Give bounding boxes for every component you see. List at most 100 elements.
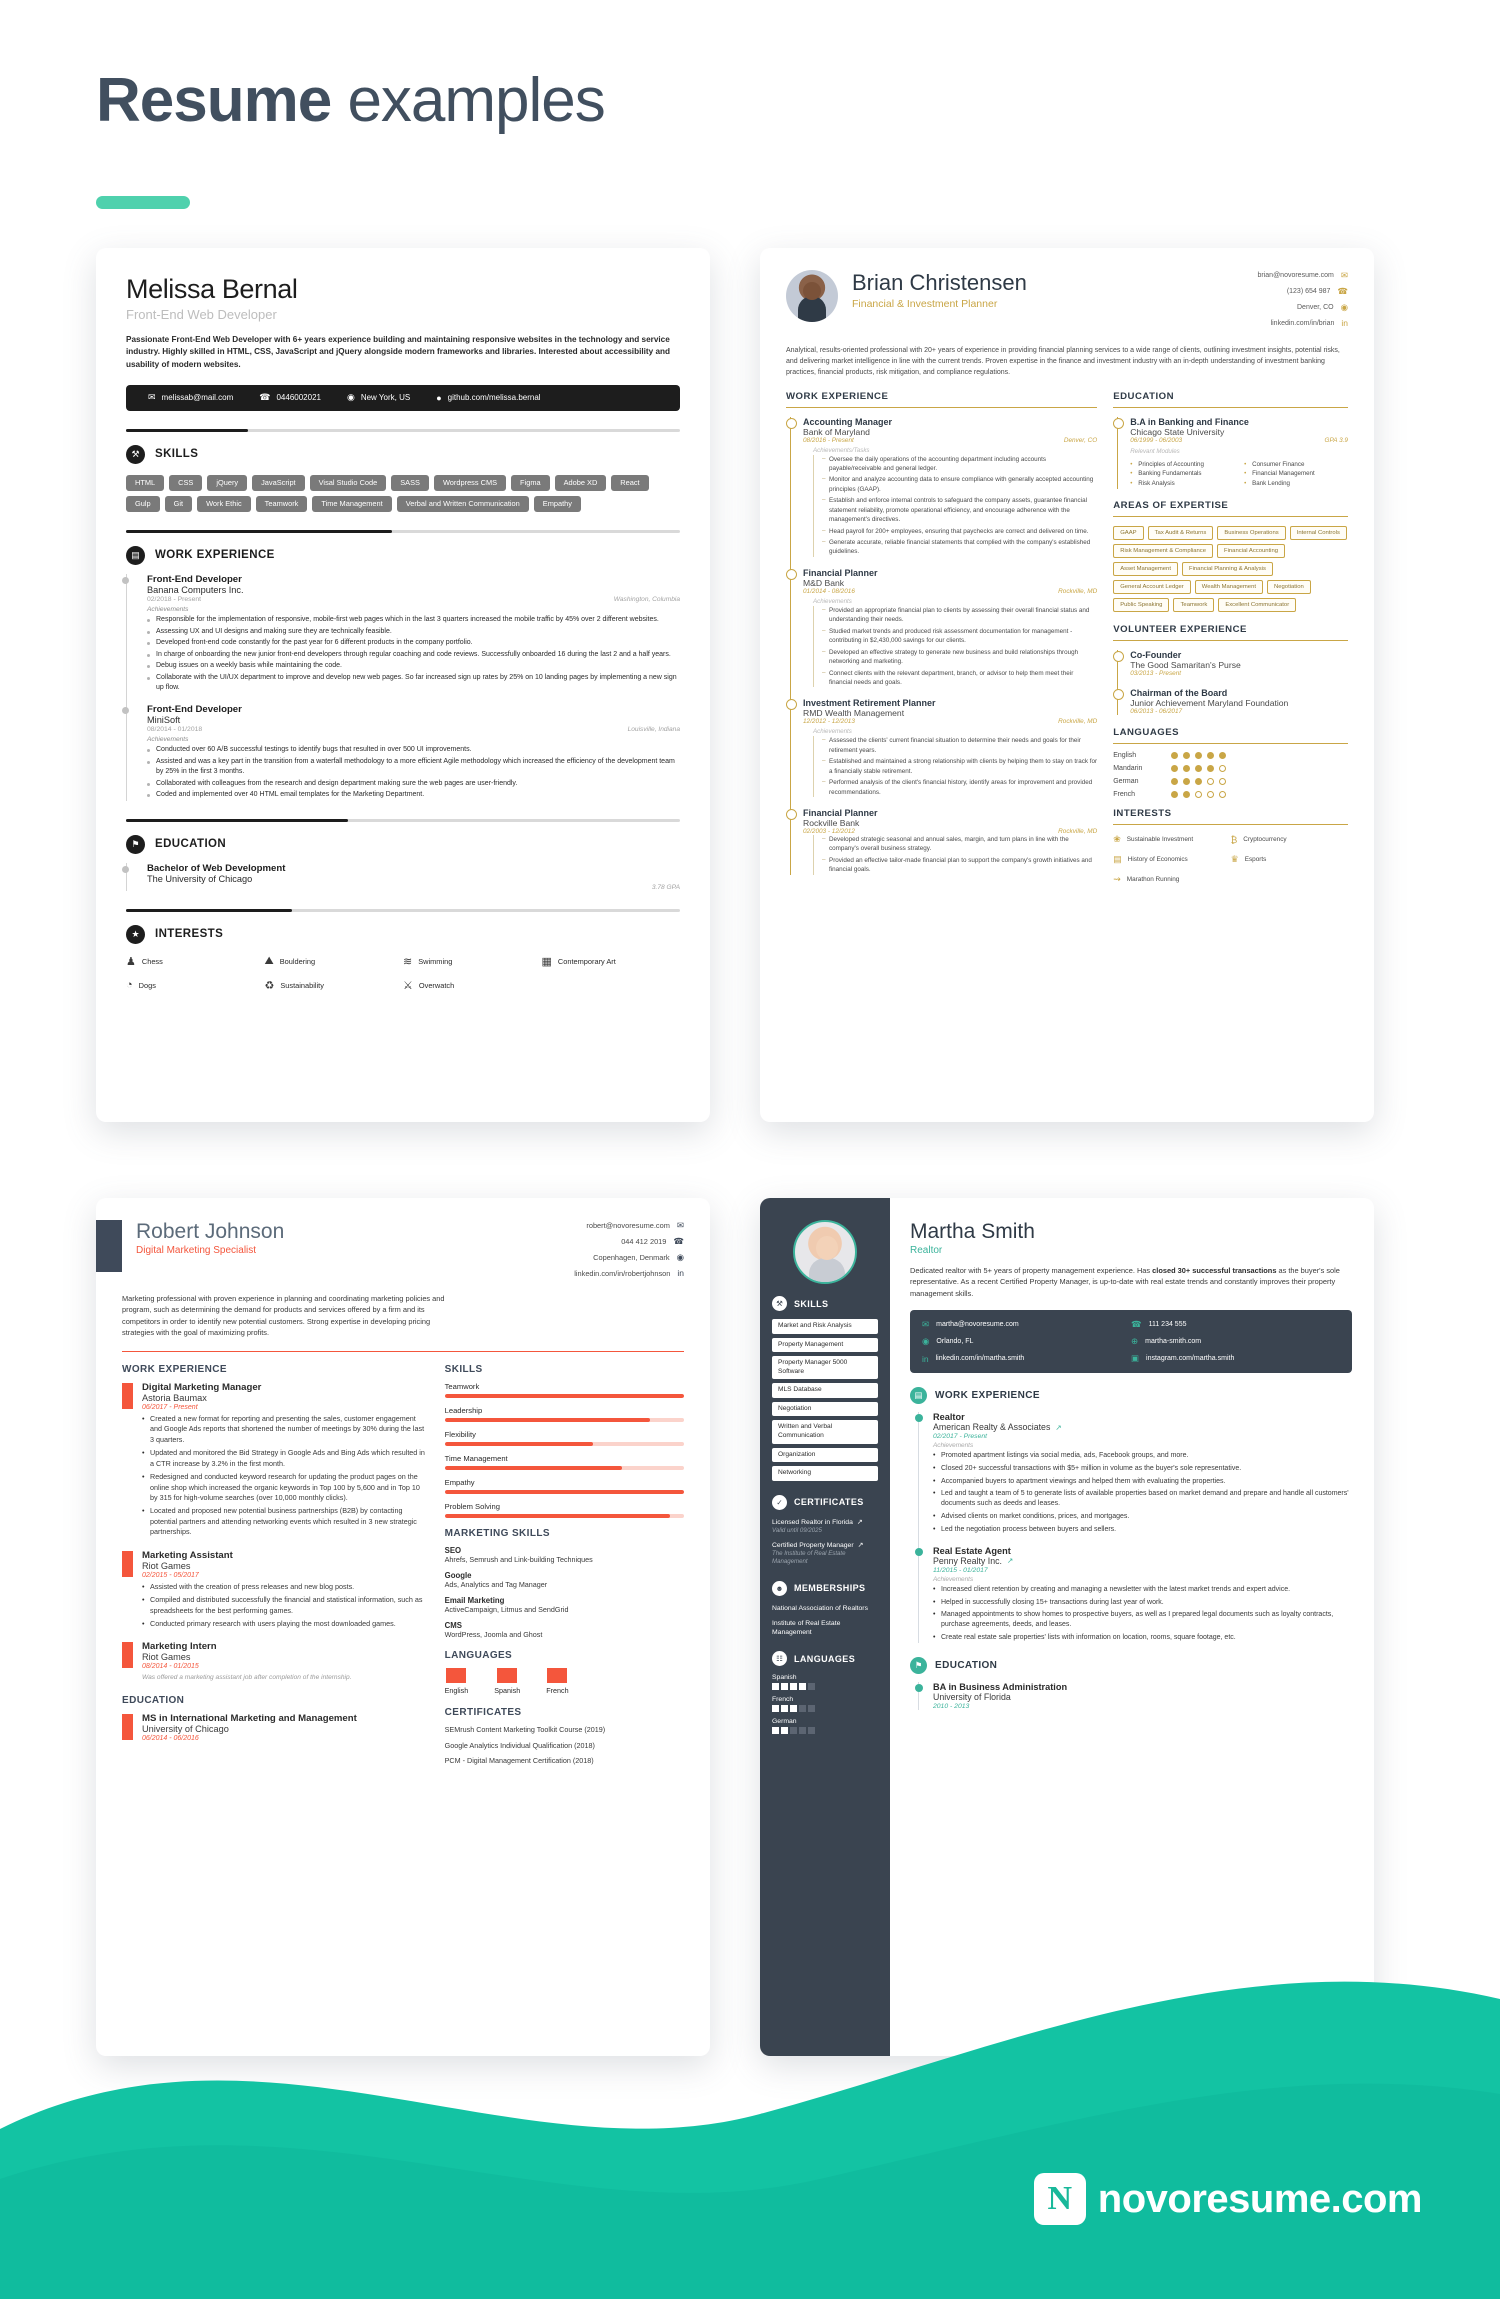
education-gpa: GPA 3.9 <box>1324 436 1348 444</box>
certificate-title: Certified Property Manager ↗ <box>772 1541 878 1550</box>
education-school: The University of Chicago <box>147 873 253 884</box>
contact-phone[interactable]: ☎ 0446002021 <box>259 392 321 403</box>
level-dot <box>1219 791 1227 799</box>
contact-phone[interactable]: (123) 654 987 ☎ <box>1258 286 1348 297</box>
members-icon: ☻ <box>772 1580 787 1596</box>
contact-text: martha-smith.com <box>1145 1338 1202 1346</box>
level-square <box>781 1683 788 1691</box>
bullet: Developed front-end code constantly for … <box>147 638 680 648</box>
relevant-modules-label: Relevant Modules <box>1130 447 1180 455</box>
contact-text: Orlando, FL <box>936 1338 974 1346</box>
resume4-job-title: Realtor <box>910 1245 943 1256</box>
work-entry: Marketing Intern Riot Games 08/2014 - 01/2… <box>122 1641 427 1682</box>
language-name: French <box>546 1686 569 1696</box>
resume1-work-header: ▤ WORK EXPERIENCE <box>126 545 680 565</box>
resume1-skills-header: ⚒ SKILLS <box>126 444 680 464</box>
skill-name: Problem Solving <box>444 1501 500 1511</box>
resume3-mkt-label: MARKETING SKILLS <box>444 1527 550 1539</box>
contact-location[interactable]: Denver, CO ◉ <box>1258 302 1348 313</box>
divider <box>786 406 1098 408</box>
resume2-interests: ❀ Sustainable Investment ₿ Cryptocurrency ▤ H… <box>1113 834 1348 894</box>
contact-envelope[interactable]: ✉ martha@novoresume.com <box>922 1319 1131 1330</box>
contact-location[interactable]: ◉ Orlando, FL <box>922 1336 1131 1347</box>
level-dot <box>1171 752 1179 760</box>
skill-pill: Organization <box>772 1447 878 1463</box>
contact-linkedin[interactable]: linkedin.com/in/brian in <box>1258 318 1348 328</box>
contact-location[interactable]: Copenhagen, Denmark ◉ <box>574 1252 684 1263</box>
job-location: Rockville, MD <box>1058 718 1098 726</box>
external-link-icon[interactable]: ↗ <box>1007 1556 1013 1565</box>
job-title: Marketing Assistant <box>142 1549 233 1561</box>
contact-github[interactable]: ● github.com/melissa.bernal <box>436 393 540 403</box>
skill-bar-row: Teamwork <box>444 1381 684 1398</box>
contact-phone[interactable]: ☎ 111 234 555 <box>1131 1319 1340 1330</box>
resume2-contacts: brian@novoresume.com ✉ (123) 654 987 ☎ Denve… <box>1258 270 1349 333</box>
work-entry: Financial Planner M&D Bank 01/2014 - 08/20… <box>785 567 1097 688</box>
bullet: Conducted over 60 A/B successful testing… <box>147 745 680 755</box>
resume1-contact-bar: ✉ melissab@mail.com ☎ 0446002021 ◉ New York… <box>126 384 680 411</box>
achievements-label: Achievements <box>813 597 852 605</box>
skill-name: Teamwork <box>444 1381 480 1391</box>
resume2-work-label: WORK EXPERIENCE <box>786 390 889 402</box>
contact-text: 044 412 2019 <box>621 1237 667 1246</box>
resume3-job-title: Digital Marketing Specialist <box>136 1245 257 1256</box>
job-title: Financial Planner <box>803 567 878 578</box>
bullet: Increased client retention by creating a… <box>933 1585 1352 1595</box>
membership-item: Institute of Real Estate Management <box>772 1619 841 1636</box>
work-entry: Financial Planner Rockville Bank 02/2003 -… <box>785 808 1097 875</box>
skill-chip: Time Management <box>312 495 392 512</box>
expertise-tag: Excellent Communicator <box>1218 598 1297 613</box>
contact-text: linkedin.com/in/brian <box>1270 319 1335 327</box>
bullet: Studied market trends and produced risk … <box>822 626 1097 646</box>
modules-left: Principles of AccountingBanking Fundamen… <box>1130 460 1234 490</box>
contact-envelope[interactable]: brian@novoresume.com ✉ <box>1258 270 1349 281</box>
level-dot <box>1183 752 1191 760</box>
leaf-icon: ❀ <box>1113 834 1121 845</box>
language-level <box>1171 752 1227 760</box>
resume1-skills-rule <box>126 428 680 432</box>
resume-card-brian-christensen[interactable]: Brian Christensen Financial & Investment… <box>760 248 1374 1122</box>
work-entry: Accounting Manager Bank of Maryland 08/201… <box>785 416 1097 557</box>
interest-item: ▦ Contemporary Art <box>542 955 681 968</box>
resume2-int-label: INTERESTS <box>1113 808 1172 820</box>
external-link-icon[interactable]: ↗ <box>1055 1423 1061 1432</box>
skill-bar-row: Flexibility <box>444 1430 684 1446</box>
resume3-work-label: WORK EXPERIENCE <box>122 1363 227 1375</box>
contact-instagram[interactable]: ▣ instagram.com/martha.smith <box>1131 1353 1340 1364</box>
contact-phone[interactable]: 044 412 2019 ☎ <box>574 1236 684 1247</box>
resume3-skills-label: SKILLS <box>444 1363 483 1375</box>
bullet: Debug issues on a weekly basis while mai… <box>147 661 680 671</box>
skill-pill: Property Manager 5000 Software <box>772 1356 878 1380</box>
resume-card-melissa-bernal[interactable]: Melissa Bernal Front-End Web Developer P… <box>96 248 710 1122</box>
interest-item: ⛰ Bouldering <box>265 955 404 968</box>
contact-linkedin[interactable]: linkedin.com/in/robertjohnson in <box>574 1268 684 1278</box>
education-dates: 06/2014 - 06/2016 <box>142 1734 199 1742</box>
bullet: Create real estate sale properties' list… <box>933 1633 1352 1643</box>
expertise-tag: Wealth Management <box>1194 580 1263 595</box>
contact-email[interactable]: ✉ melissab@mail.com <box>148 392 233 403</box>
education-entry: Bachelor of Web Development The Universi… <box>122 863 680 891</box>
briefcase-icon: ▤ <box>910 1387 927 1405</box>
accent-marker <box>122 1642 133 1669</box>
skill-chip: Teamwork <box>255 495 308 512</box>
level-dot <box>1171 778 1179 786</box>
job-title: Digital Marketing Manager <box>142 1381 262 1393</box>
resume4-work-timeline: Realtor American Realty & Associates ↗ 02/2… <box>915 1412 1352 1643</box>
bullet: Accompanied buyers to apartment viewings… <box>933 1477 1352 1487</box>
volunteer-title: Co-Founder <box>1130 650 1182 661</box>
accent-bar <box>96 196 190 209</box>
contact-linkedin[interactable]: in linkedin.com/in/martha.smith <box>922 1353 1131 1364</box>
modules-right: Consumer FinanceFinancial ManagementBank… <box>1244 460 1348 490</box>
language-item: English <box>445 1668 468 1695</box>
level-square <box>808 1727 815 1735</box>
skill-bar-track <box>444 1465 684 1470</box>
work-entry: Marketing Assistant Riot Games 02/2015 - 0… <box>122 1550 427 1630</box>
expertise-tag: Financial Accounting <box>1217 544 1286 559</box>
education-degree: BA in Business Administration <box>933 1682 1068 1693</box>
contact-website[interactable]: ⊕ martha-smith.com <box>1131 1336 1340 1347</box>
job-title: Accounting Manager <box>803 416 893 427</box>
interest-label: Swimming <box>418 956 453 966</box>
contact-text: (123) 654 987 <box>1286 288 1331 295</box>
resume2-lang-label: LANGUAGES <box>1113 727 1180 739</box>
contact-envelope[interactable]: robert@novoresume.com ✉ <box>574 1220 684 1231</box>
